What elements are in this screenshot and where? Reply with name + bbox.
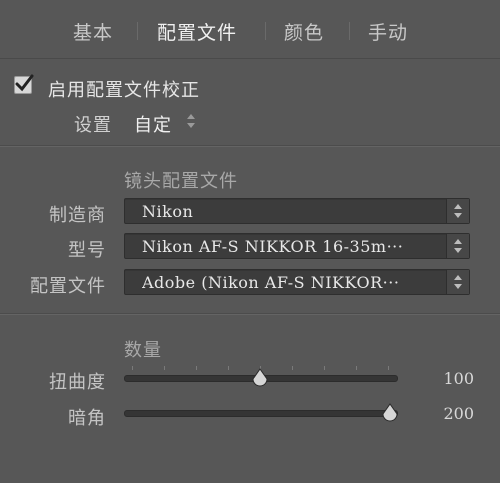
slider-tick — [164, 366, 165, 370]
tab-color[interactable]: 颜色 — [284, 18, 324, 45]
model-value: Nikon AF-S NIKKOR 16-35m··· — [142, 237, 404, 256]
setup-label: 设置 — [74, 115, 112, 136]
vignetting-value[interactable]: 200 — [443, 404, 474, 423]
make-stepper[interactable] — [446, 199, 469, 223]
profile-stepper[interactable] — [446, 270, 469, 294]
vignetting-label: 暗角 — [68, 408, 106, 429]
distortion-value[interactable]: 100 — [443, 369, 474, 388]
vignetting-slider-thumb[interactable] — [381, 403, 399, 423]
profile-value: Adobe (Nikon AF-S NIKKOR··· — [142, 273, 400, 292]
slider-tick — [388, 366, 389, 370]
make-select[interactable]: Nikon — [124, 198, 470, 224]
make-label: 制造商 — [49, 205, 106, 226]
section-divider-highlight — [0, 314, 500, 315]
vignetting-slider-track[interactable] — [124, 410, 398, 417]
setup-stepper-icon[interactable] — [186, 113, 196, 129]
model-label: 型号 — [68, 240, 106, 261]
tab-basic[interactable]: 基本 — [73, 18, 113, 45]
amount-title: 数量 — [124, 340, 162, 361]
up-down-arrows-icon — [454, 239, 462, 253]
profile-select[interactable]: Adobe (Nikon AF-S NIKKOR··· — [124, 269, 470, 295]
slider-tick — [324, 366, 325, 370]
tab-separator — [265, 22, 266, 40]
enable-profile-checkbox[interactable] — [14, 74, 34, 94]
section-divider-highlight — [0, 146, 500, 147]
setup-dropdown[interactable]: 自定 — [134, 111, 172, 137]
model-select[interactable]: Nikon AF-S NIKKOR 16-35m··· — [124, 233, 470, 259]
profile-label: 配置文件 — [30, 276, 106, 297]
up-down-arrows-icon — [454, 204, 462, 218]
make-value: Nikon — [142, 202, 194, 221]
enable-profile-label[interactable]: 启用配置文件校正 — [48, 76, 200, 102]
tab-separator — [349, 22, 350, 40]
panel-tabs: 基本 配置文件 颜色 手动 — [0, 0, 500, 59]
distortion-slider-thumb[interactable] — [251, 368, 269, 388]
up-down-arrows-icon — [454, 275, 462, 289]
slider-tick — [356, 366, 357, 370]
distortion-label: 扭曲度 — [49, 372, 106, 393]
slider-tick — [292, 366, 293, 370]
model-stepper[interactable] — [446, 234, 469, 258]
tab-manual[interactable]: 手动 — [368, 18, 408, 45]
checkmark-icon — [15, 74, 34, 92]
lens-profile-title: 镜头配置文件 — [124, 171, 238, 192]
tab-profile[interactable]: 配置文件 — [157, 18, 237, 45]
slider-tick — [196, 366, 197, 370]
tab-separator — [137, 22, 138, 40]
slider-tick — [228, 366, 229, 370]
slider-tick — [132, 366, 133, 370]
